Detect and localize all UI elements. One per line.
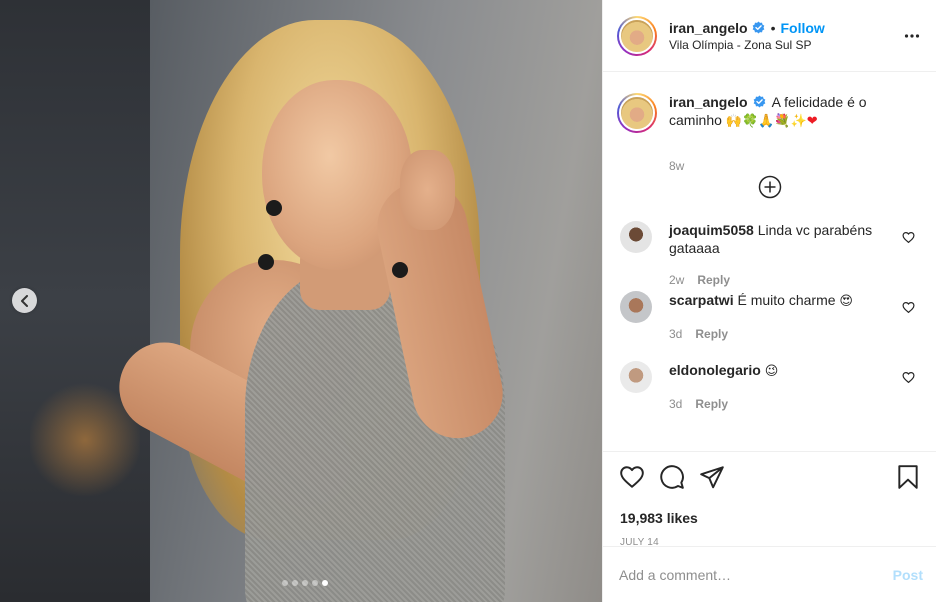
earring [392, 262, 408, 278]
carousel-dot [282, 580, 288, 586]
follow-button[interactable]: Follow [781, 20, 825, 36]
comment-time[interactable]: 2w [669, 271, 684, 289]
comment-emoji: 😉 [764, 364, 779, 379]
heart-outline-icon[interactable] [902, 371, 915, 384]
comment-bubble-icon[interactable] [659, 464, 685, 490]
comment-username[interactable]: scarpatwi [669, 292, 734, 308]
earring [258, 254, 274, 270]
comment-item: scarpatwi É muito charme 😍 3d Reply [603, 291, 936, 361]
comment-emoji: 😍 [839, 294, 853, 309]
comment-time[interactable]: 3d [669, 395, 682, 413]
post-photo[interactable] [0, 0, 602, 602]
reply-button[interactable]: Reply [695, 395, 728, 413]
carousel-dots [282, 580, 328, 586]
reply-button[interactable]: Reply [697, 271, 730, 289]
comments-list[interactable]: iran_angelo A felicidade é o caminho 🙌🍀🙏… [603, 73, 936, 451]
commenter-avatar[interactable] [620, 361, 652, 393]
caption-emojis: 🙌🍀🙏💐✨ [725, 114, 807, 129]
comment-time[interactable]: 3d [669, 325, 682, 343]
verified-badge-icon [754, 95, 766, 108]
comment-text: É muito charme [737, 292, 836, 308]
carousel-dot-active [322, 580, 328, 586]
load-more-comments[interactable] [603, 175, 936, 221]
comment-input[interactable] [619, 566, 893, 583]
likes-count[interactable]: 19,983 likes [620, 510, 921, 526]
comment-item: joaquim5058 Linda vc parabéns gataaaa 2w… [603, 221, 936, 291]
carousel-dot [312, 580, 318, 586]
carousel-prev-button[interactable] [12, 288, 37, 313]
more-options-icon[interactable] [904, 28, 920, 44]
caption-time[interactable]: 8w [669, 157, 919, 175]
post-side-panel: iran_angelo • Follow Vila Olímpia - Zona… [602, 0, 936, 602]
commenter-avatar[interactable] [620, 291, 652, 323]
caption-username[interactable]: iran_angelo [669, 94, 748, 110]
commenter-avatar[interactable] [620, 221, 652, 253]
post-actions: 19,983 likes JULY 14 [603, 451, 936, 548]
comment-item: eldonolegario 😉 3d Reply [603, 361, 936, 431]
dot-separator: • [770, 19, 776, 36]
reply-button[interactable]: Reply [695, 325, 728, 343]
author-avatar[interactable] [617, 15, 657, 56]
comment-username[interactable]: joaquim5058 [669, 222, 754, 238]
verified-badge-icon [752, 21, 764, 34]
heart-outline-icon[interactable] [902, 301, 915, 314]
carousel-dot [292, 580, 298, 586]
post-header: iran_angelo • Follow Vila Olímpia - Zona… [603, 0, 936, 72]
comment-username[interactable]: eldonolegario [669, 362, 761, 378]
location-link[interactable]: Vila Olímpia - Zona Sul SP [669, 38, 825, 52]
red-heart-emoji: ❤ [806, 114, 818, 129]
carousel-dot [302, 580, 308, 586]
plus-circle-icon [758, 175, 782, 199]
like-heart-icon[interactable] [619, 464, 645, 490]
post-caption: iran_angelo A felicidade é o caminho 🙌🍀🙏… [603, 73, 936, 177]
save-bookmark-icon[interactable] [895, 464, 921, 490]
photo-hand [400, 150, 455, 230]
caption-avatar[interactable] [617, 93, 657, 133]
add-comment-bar: Post [603, 546, 936, 602]
author-username[interactable]: iran_angelo [669, 20, 748, 36]
earring [266, 200, 282, 216]
share-paper-plane-icon[interactable] [699, 464, 725, 490]
chevron-left-icon [20, 294, 28, 307]
post-comment-button[interactable]: Post [893, 567, 923, 583]
heart-outline-icon[interactable] [902, 231, 915, 244]
